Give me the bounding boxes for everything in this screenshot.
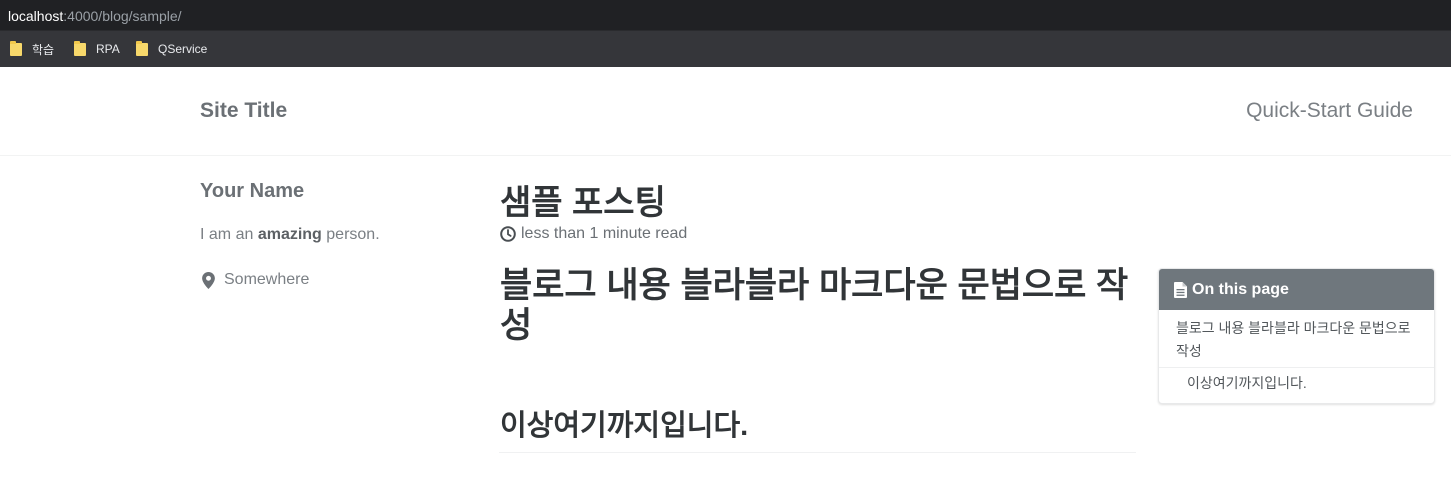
- address-bar[interactable]: localhost:4000/blog/sample/: [0, 0, 1451, 30]
- author-bio: I am an amazing person.: [200, 226, 380, 244]
- bookmark-label: RPA: [96, 42, 120, 56]
- nav-quick-start-guide[interactable]: Quick-Start Guide: [1246, 99, 1413, 123]
- content-heading-1: 블로그 내용 블라블라 마크다운 문법으로 작성: [500, 266, 1129, 345]
- folder-icon: [136, 40, 148, 56]
- clock-icon: [500, 226, 516, 242]
- bookmark-label: 학습: [32, 42, 55, 57]
- content-heading-2: 이상여기까지입니다.: [500, 410, 749, 442]
- folder-icon: [10, 40, 22, 56]
- author-name: Your Name: [200, 180, 305, 202]
- read-time: less than 1 minute read: [500, 225, 687, 243]
- location-label: Somewhere: [224, 271, 310, 288]
- post-title: 샘플 포스팅: [500, 184, 666, 222]
- bookmark-folder-study[interactable]: 학습: [10, 40, 55, 57]
- toc-link-heading-2[interactable]: 이상여기까지입니다.: [1159, 368, 1434, 393]
- masthead: Site Title Quick-Start Guide: [0, 67, 1451, 156]
- bio-bold: amazing: [257, 226, 322, 243]
- url-host: localhost: [8, 8, 64, 24]
- bio-prefix: I am an: [200, 226, 258, 243]
- site-title-link[interactable]: Site Title: [200, 99, 287, 123]
- read-time-label: less than 1 minute read: [521, 225, 688, 242]
- bookmarks-bar: 학습 RPA QService: [0, 30, 1451, 67]
- bookmark-folder-rpa[interactable]: RPA: [74, 40, 120, 57]
- heading-divider: [499, 452, 1136, 453]
- bookmark-label: QService: [158, 42, 208, 56]
- folder-icon: [74, 40, 86, 56]
- author-location: Somewhere: [202, 271, 309, 289]
- toc-panel: On this page 블로그 내용 블라블라 마크다운 문법으로 작성 이상…: [1158, 268, 1435, 404]
- map-marker-icon: [202, 271, 215, 289]
- toc-header: On this page: [1159, 269, 1434, 310]
- toc-title: On this page: [1192, 280, 1289, 298]
- bookmark-folder-qservice[interactable]: QService: [136, 40, 208, 57]
- file-icon: [1174, 281, 1187, 298]
- toc-link-heading-1[interactable]: 블로그 내용 블라블라 마크다운 문법으로 작성: [1159, 310, 1434, 368]
- bio-suffix: person.: [321, 226, 380, 243]
- url-path: :4000/blog/sample/: [63, 8, 182, 24]
- url-text[interactable]: localhost:4000/blog/sample/: [8, 8, 182, 24]
